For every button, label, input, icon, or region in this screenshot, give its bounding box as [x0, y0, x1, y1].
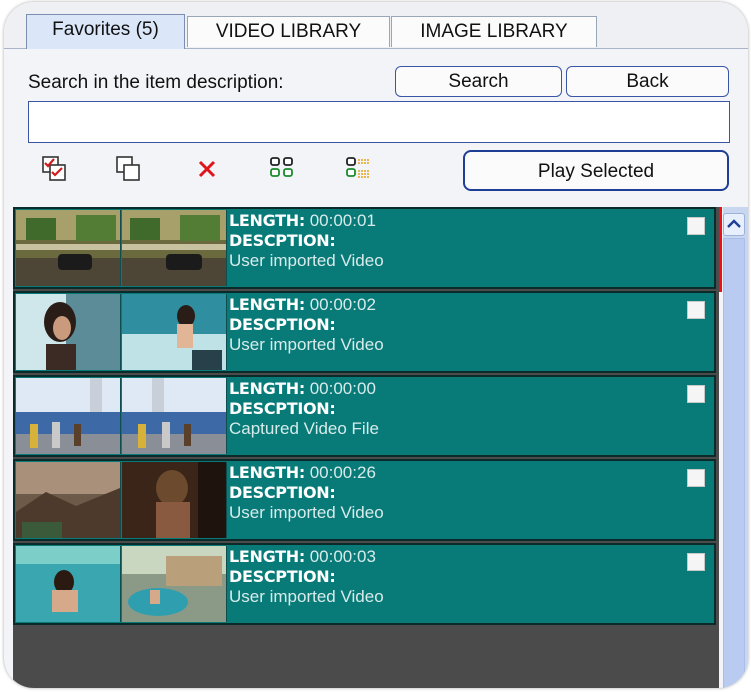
- scrollbar-thumb[interactable]: [723, 238, 745, 688]
- tab-strip: Favorites (5) VIDEO LIBRARY IMAGE LIBRAR…: [4, 2, 748, 49]
- favorites-panel: Favorites (5) VIDEO LIBRARY IMAGE LIBRAR…: [4, 2, 748, 688]
- play-selected-button[interactable]: Play Selected: [463, 150, 729, 191]
- scroll-up-button[interactable]: [723, 213, 745, 236]
- thumbnail: [16, 210, 121, 286]
- delete-icon[interactable]: [192, 154, 222, 184]
- item-checkbox[interactable]: [687, 469, 705, 487]
- tab-image-library[interactable]: IMAGE LIBRARY: [391, 16, 597, 47]
- select-all-icon[interactable]: [40, 154, 70, 184]
- description-value: User imported Video: [229, 503, 384, 522]
- description-key: DESCPTION:: [229, 483, 336, 502]
- description-value: User imported Video: [229, 587, 384, 606]
- item-checkbox[interactable]: [687, 217, 705, 235]
- thumbnail: [122, 546, 227, 622]
- selected-row-marker: [719, 207, 722, 292]
- chevron-up-icon: [727, 219, 741, 228]
- thumbnail: [16, 546, 121, 622]
- length-value: 00:00:00: [309, 379, 376, 398]
- length-key: LENGTH:: [229, 379, 305, 398]
- length-value: 00:00:26: [309, 463, 376, 482]
- description-value: User imported Video: [229, 335, 384, 354]
- tab-favorites[interactable]: Favorites (5): [26, 14, 185, 49]
- item-checkbox[interactable]: [687, 385, 705, 403]
- description-value: User imported Video: [229, 251, 384, 270]
- length-value: 00:00:02: [309, 295, 376, 314]
- list-item[interactable]: LENGTH: 00:00:26 DESCPTION: User importe…: [13, 459, 716, 541]
- view-grid-icon[interactable]: [267, 154, 297, 184]
- description-key: DESCPTION:: [229, 315, 336, 334]
- search-label: Search in the item description:: [28, 72, 284, 93]
- list-item[interactable]: LENGTH: 00:00:02 DESCPTION: User importe…: [13, 291, 716, 373]
- item-checkbox[interactable]: [687, 553, 705, 571]
- deselect-all-icon[interactable]: [114, 154, 144, 184]
- list-item[interactable]: LENGTH: 00:00:00 DESCPTION: Captured Vid…: [13, 375, 716, 457]
- description-value: Captured Video File: [229, 419, 379, 438]
- thumbnail: [16, 462, 121, 538]
- length-value: 00:00:03: [309, 547, 376, 566]
- description-key: DESCPTION:: [229, 231, 336, 250]
- length-key: LENGTH:: [229, 295, 305, 314]
- video-list: LENGTH: 00:00:01 DESCPTION: User importe…: [13, 207, 719, 688]
- length-key: LENGTH:: [229, 547, 305, 566]
- view-list-icon[interactable]: [344, 154, 374, 184]
- thumbnail: [122, 210, 227, 286]
- list-item[interactable]: LENGTH: 00:00:01 DESCPTION: User importe…: [13, 207, 716, 289]
- length-value: 00:00:01: [309, 211, 376, 230]
- search-input[interactable]: [28, 101, 730, 143]
- thumbnail: [122, 462, 227, 538]
- tab-video-library[interactable]: VIDEO LIBRARY: [187, 16, 390, 47]
- thumbnail: [122, 378, 227, 454]
- back-button[interactable]: Back: [566, 66, 729, 97]
- thumbnail: [122, 294, 227, 370]
- thumbnail: [16, 294, 121, 370]
- list-item[interactable]: LENGTH: 00:00:03 DESCPTION: User importe…: [13, 543, 716, 625]
- length-key: LENGTH:: [229, 463, 305, 482]
- item-checkbox[interactable]: [687, 301, 705, 319]
- description-key: DESCPTION:: [229, 399, 336, 418]
- search-button[interactable]: Search: [395, 66, 562, 97]
- length-key: LENGTH:: [229, 211, 305, 230]
- description-key: DESCPTION:: [229, 567, 336, 586]
- thumbnail: [16, 378, 121, 454]
